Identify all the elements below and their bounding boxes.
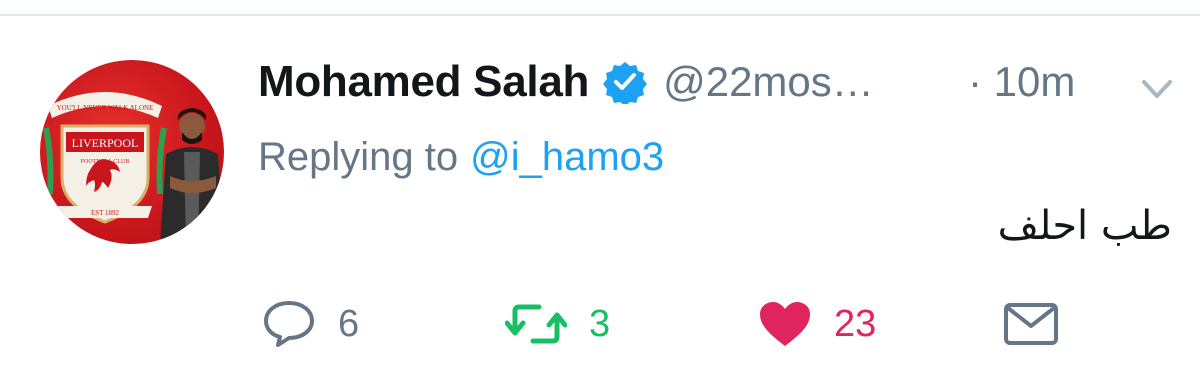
envelope-icon [1004,303,1058,345]
player-photo [160,108,224,244]
heart-icon [760,302,810,346]
reply-icon [264,301,314,347]
replying-to-label: Replying to [258,134,459,179]
like-button[interactable]: 23 [758,296,876,352]
author-handle[interactable]: @22mos… [663,58,874,106]
crest-club-name: LIVERPOOL [72,136,139,150]
chevron-down-icon[interactable] [1140,74,1174,104]
crest-subtitle: FOOTBALL CLUB [81,159,130,165]
author-display-name[interactable]: Mohamed Salah [258,57,589,107]
tweet-timestamp[interactable]: · 10m [968,52,1075,112]
reply-mention-link[interactable]: @i_hamo3 [470,135,664,180]
reply-count: 6 [338,302,360,345]
tweet-text: طب احلف [997,203,1172,249]
like-count: 23 [834,302,877,345]
replying-to: Replying to @i_hamo3 [258,130,664,184]
top-divider [0,14,1200,16]
retweet-button[interactable]: 3 [505,296,610,352]
reply-button[interactable]: 6 [262,296,359,352]
retweet-icon [505,304,567,344]
direct-message-button[interactable] [1003,296,1059,352]
retweet-count: 3 [589,302,611,345]
verified-badge-icon [603,60,648,104]
avatar[interactable]: YOU'LL NEVER WALK ALONE LIVERPOOL FOOTBA… [40,60,224,244]
liverpool-crest-logo: YOU'LL NEVER WALK ALONE LIVERPOOL FOOTBA… [43,92,167,224]
tweet-header: Mohamed Salah @22mos… [258,52,874,112]
crest-established: EST 1892 [91,209,120,217]
crest-motto: YOU'LL NEVER WALK ALONE [57,104,154,112]
